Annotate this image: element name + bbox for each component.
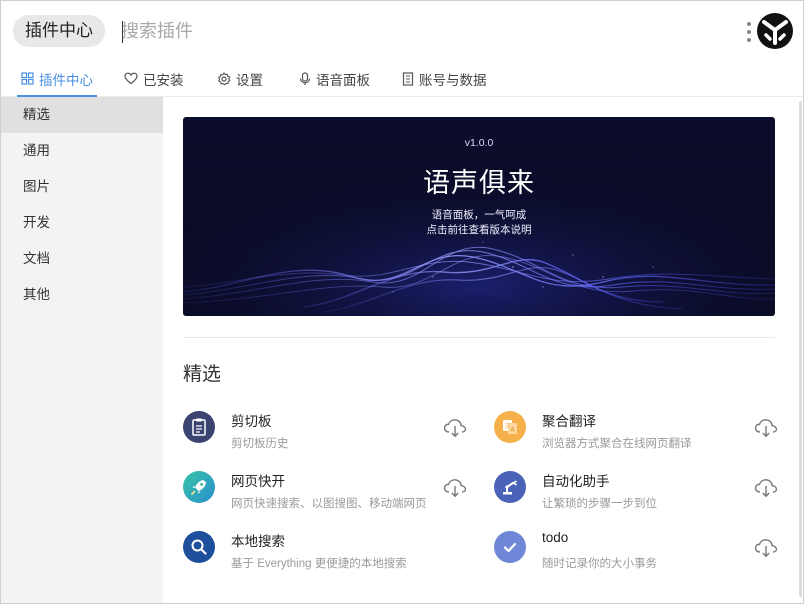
sidebar-item-other[interactable]: 其他	[1, 277, 163, 313]
scrollbar-thumb[interactable]	[799, 101, 802, 597]
cloud-download-icon[interactable]	[443, 478, 467, 498]
sidebar-item-general[interactable]: 通用	[1, 133, 163, 169]
heart-icon	[124, 72, 138, 85]
tab-label: 语音面板	[316, 72, 370, 88]
robot-arm-icon	[494, 471, 526, 503]
tab-settings[interactable]: 设置	[213, 61, 267, 96]
tab-label: 插件中心	[39, 72, 93, 88]
plugin-name: 聚合翻译	[542, 414, 596, 429]
tab-voice-panel[interactable]: 语音面板	[295, 61, 374, 96]
plugin-name: 剪切板	[231, 414, 272, 429]
banner-title: 语声俱来	[423, 168, 535, 199]
sidebar-item-images[interactable]: 图片	[1, 169, 163, 205]
plugin-item-todo[interactable]: todo 随时记录你的大小事务	[494, 525, 790, 577]
plugin-desc: 随时记录你的大小事务	[542, 558, 657, 570]
section-title: 精选	[183, 364, 222, 385]
plugin-desc: 让繁琐的步骤一步到位	[542, 498, 657, 510]
sidebar-item-documents[interactable]: 文档	[1, 241, 163, 277]
check-icon	[494, 531, 526, 563]
plugin-desc: 基于 Everything 更便捷的本地搜索	[231, 558, 407, 570]
tab-plugin-center[interactable]: 插件中心	[17, 61, 97, 97]
plugin-name: 网页快开	[231, 474, 285, 489]
gear-icon	[218, 71, 231, 85]
cloud-download-icon[interactable]	[754, 418, 778, 438]
plugin-desc: 剪切板历史	[231, 438, 289, 450]
tab-installed[interactable]: 已安装	[120, 61, 188, 96]
plugin-item-web-quick-open[interactable]: 网页快开 网页快速搜索、以图搜图、移动端网页	[183, 465, 479, 517]
category-sidebar: 精选 通用 图片 开发 文档 其他	[1, 97, 163, 603]
search-icon	[183, 531, 215, 563]
banner-version: v1.0.0	[464, 137, 494, 149]
plugin-item-translate[interactable]: 文 A 聚合翻译 浏览器方式聚合在线网页翻译	[494, 405, 790, 457]
banner-subtitle: 语音面板，一气呵成	[431, 209, 527, 221]
app-window: 插件中心 插件中心 已安装	[0, 0, 804, 604]
grid-icon	[21, 72, 34, 85]
tab-label: 账号与数据	[419, 72, 487, 88]
plugin-desc: 网页快速搜索、以图搜图、移动端网页	[231, 498, 427, 510]
tab-account-data[interactable]: 账号与数据	[398, 61, 491, 96]
tab-label: 设置	[236, 72, 263, 88]
plugin-name: 自动化助手	[542, 474, 610, 489]
cloud-download-icon[interactable]	[754, 538, 778, 558]
plugin-item-automation[interactable]: 自动化助手 让繁琐的步骤一步到位	[494, 465, 790, 517]
section-divider	[183, 337, 775, 338]
search-input[interactable]	[121, 15, 721, 47]
document-icon	[402, 71, 414, 86]
microphone-icon	[299, 71, 311, 85]
rocket-icon	[183, 471, 215, 503]
plugin-item-clipboard[interactable]: 剪切板 剪切板历史	[183, 405, 479, 457]
app-logo-icon[interactable]	[757, 13, 793, 49]
cloud-download-icon[interactable]	[754, 478, 778, 498]
main-content: v1.0.0 语声俱来 语音面板，一气呵成 点击前往查看版本说明 精选 剪切板 …	[163, 97, 803, 603]
plugin-item-local-search[interactable]: 本地搜索 基于 Everything 更便捷的本地搜索	[183, 525, 479, 577]
text-caret	[122, 21, 123, 43]
sidebar-item-development[interactable]: 开发	[1, 205, 163, 241]
tab-bar: 插件中心 已安装 设置 语音面板 账号与数据	[1, 61, 803, 97]
more-vertical-icon[interactable]	[743, 19, 755, 45]
plugin-name: todo	[542, 530, 569, 545]
clipboard-icon	[183, 411, 215, 443]
scrollbar[interactable]	[799, 97, 803, 603]
plugin-name: 本地搜索	[231, 534, 285, 549]
app-title-pill[interactable]: 插件中心	[13, 15, 105, 47]
cloud-download-icon[interactable]	[443, 418, 467, 438]
sidebar-item-featured[interactable]: 精选	[1, 97, 163, 133]
translate-icon: 文 A	[494, 411, 526, 443]
banner-link-text: 点击前往查看版本说明	[426, 224, 532, 236]
plugin-desc: 浏览器方式聚合在线网页翻译	[542, 438, 692, 450]
top-bar: 插件中心	[1, 1, 803, 61]
tab-label: 已安装	[143, 72, 184, 88]
release-banner[interactable]: v1.0.0 语声俱来 语音面板，一气呵成 点击前往查看版本说明	[183, 117, 775, 316]
